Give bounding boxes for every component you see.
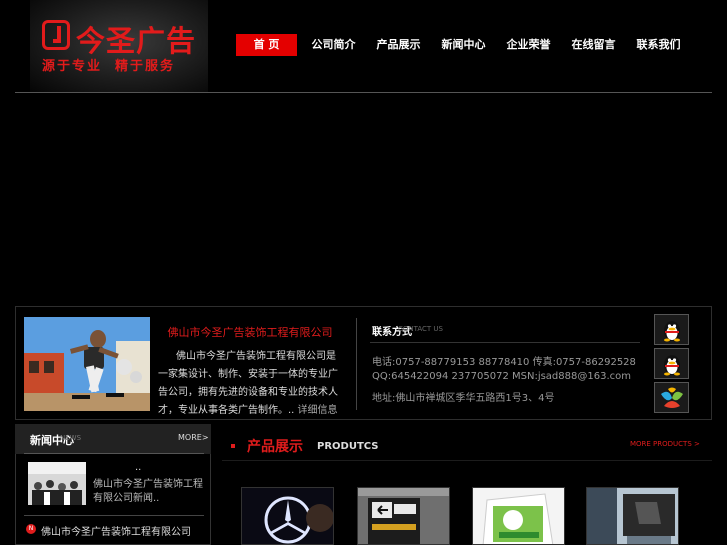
contact-address: 地址:佛山市禅城区季华五路西1号3、4号 — [372, 393, 555, 404]
nav-products[interactable]: 产品展示 — [366, 34, 431, 56]
product-thumb-1[interactable] — [241, 487, 334, 545]
news-photo-image — [28, 462, 86, 505]
news-divider — [24, 453, 204, 454]
qq-button-2[interactable] — [654, 348, 689, 379]
about-more-link[interactable]: 详细信息 — [298, 405, 338, 416]
news-more-link[interactable]: MORE> — [178, 433, 209, 442]
about-title[interactable]: 佛山市今圣广告装饰工程有限公司 — [165, 324, 335, 340]
qq-icon — [663, 320, 680, 341]
nav-news[interactable]: 新闻中心 — [431, 34, 496, 56]
logo-mark-icon — [42, 20, 70, 50]
products-bullet-icon — [231, 444, 235, 448]
product-thumb-2[interactable] — [357, 487, 450, 545]
about-photo-image — [24, 317, 150, 411]
logo-name: 今圣广告 — [76, 24, 197, 58]
products-title-en: PRODUTCS — [317, 441, 379, 452]
msn-icon — [660, 387, 683, 408]
nav-about[interactable]: 公司简介 — [301, 34, 366, 56]
nav-contact[interactable]: 联系我们 — [626, 34, 691, 56]
products-title: 产品展示 — [247, 439, 303, 455]
product-image-3 — [473, 488, 564, 544]
contact-phone: 电话:0757-88779153 88778410 传真:0757-862925… — [372, 357, 636, 368]
product-image-2 — [358, 488, 449, 544]
news-bullet-icon: N — [26, 524, 36, 534]
news-divider-2 — [24, 515, 204, 516]
news-title-en: NEWS — [60, 434, 82, 442]
info-divider — [356, 318, 357, 410]
products-divider — [222, 460, 712, 461]
main-nav: 首 页 公司简介 产品展示 新闻中心 企业荣誉 在线留言 联系我们 — [236, 34, 691, 56]
qq-button-1[interactable] — [654, 314, 689, 345]
nav-home[interactable]: 首 页 — [236, 34, 297, 56]
news-featured-title[interactable]: .. — [135, 462, 141, 473]
header-divider — [15, 92, 712, 93]
product-image-1 — [242, 488, 333, 544]
about-photo[interactable] — [24, 317, 150, 411]
product-thumb-4[interactable] — [586, 487, 679, 545]
news-list-item[interactable]: 佛山市今圣广告装饰工程有限公司 — [41, 523, 191, 538]
product-thumb-3[interactable] — [472, 487, 565, 545]
contact-divider — [370, 342, 640, 343]
about-body: 佛山市今圣广告装饰工程有限公司是一家集设计、制作、安装于一体的专业广告公司，拥有… — [158, 348, 344, 420]
contact-heading-en: CONTACT US — [398, 325, 443, 333]
news-featured-body: 佛山市今圣广告装饰工程有限公司新闻.. — [93, 479, 203, 504]
news-photo[interactable] — [28, 462, 86, 505]
logo[interactable]: 今圣广告 源于专业 精于服务 — [30, 0, 208, 92]
qq-icon — [663, 354, 680, 375]
nav-message[interactable]: 在线留言 — [561, 34, 626, 56]
nav-honors[interactable]: 企业荣誉 — [496, 34, 561, 56]
product-image-4 — [587, 488, 678, 544]
logo-slogan: 源于专业 精于服务 — [42, 59, 176, 74]
contact-qq: QQ:645422094 237705072 MSN:jsad888@163.c… — [372, 371, 631, 382]
msn-button[interactable] — [654, 382, 689, 413]
products-more-link[interactable]: MORE PRODUCTS > — [630, 440, 700, 448]
